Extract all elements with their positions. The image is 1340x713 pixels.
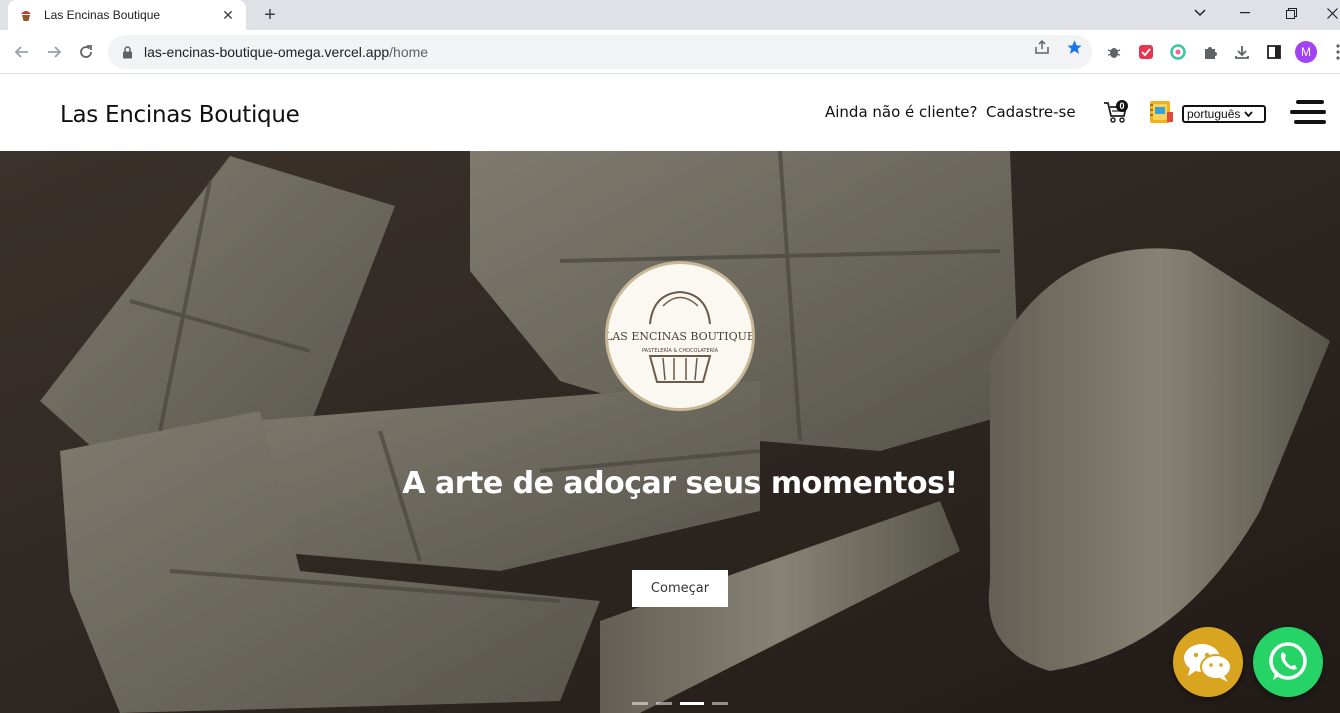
- browser-menu-icon[interactable]: [1328, 42, 1340, 62]
- color-extension-icon[interactable]: [1168, 42, 1188, 62]
- chevron-down-icon: [1244, 109, 1254, 120]
- close-window-icon[interactable]: [1312, 0, 1340, 26]
- share-icon[interactable]: [1033, 38, 1051, 56]
- side-panel-icon[interactable]: [1264, 42, 1284, 62]
- back-icon[interactable]: [8, 38, 36, 66]
- carousel-indicator[interactable]: [680, 702, 704, 705]
- carousel-indicator[interactable]: [632, 702, 648, 705]
- cupcake-favicon-icon: [18, 7, 34, 23]
- wechat-chat-button[interactable]: [1173, 627, 1243, 697]
- tab-title: Las Encinas Boutique: [44, 8, 161, 22]
- bug-extension-icon[interactable]: [1104, 42, 1124, 62]
- whatsapp-icon: [1269, 642, 1307, 680]
- start-button[interactable]: Começar: [632, 570, 728, 607]
- minimize-icon[interactable]: [1225, 0, 1265, 26]
- boutique-logo-badge: LAS ENCINAS BOUTIQUE PASTELERÍA & CHOCOL…: [605, 261, 755, 411]
- hero-carousel: LAS ENCINAS BOUTIQUE PASTELERÍA & CHOCOL…: [0, 151, 1340, 713]
- brand-logo-text[interactable]: Las Encinas Boutique: [60, 102, 300, 128]
- carousel-indicators: [632, 702, 728, 705]
- language-select[interactable]: português: [1182, 105, 1266, 123]
- forward-icon[interactable]: [40, 38, 68, 66]
- white-chocolate-background-image: [0, 151, 1340, 713]
- menu-icon[interactable]: [1290, 100, 1326, 126]
- hero-title: A arte de adoçar seus momentos!: [402, 466, 958, 501]
- new-tab-icon[interactable]: +: [258, 4, 282, 26]
- cart-count: 0: [1119, 101, 1124, 111]
- reload-icon[interactable]: [72, 38, 100, 66]
- signup-link[interactable]: Cadastre-se: [986, 103, 1076, 121]
- logo-text: LAS ENCINAS BOUTIQUE: [608, 330, 752, 343]
- order-book-icon[interactable]: [1147, 98, 1175, 126]
- browser-tab-strip: Las Encinas Boutique ✕ +: [0, 0, 1340, 30]
- task-extension-icon[interactable]: [1136, 42, 1156, 62]
- bookmark-star-icon[interactable]: [1065, 38, 1083, 56]
- site-header: Las Encinas Boutique Ainda não é cliente…: [0, 74, 1340, 151]
- restore-icon[interactable]: [1271, 0, 1311, 26]
- tab-close-icon[interactable]: ✕: [220, 7, 236, 23]
- carousel-indicator[interactable]: [656, 702, 672, 705]
- wechat-icon: [1184, 644, 1232, 682]
- browser-tab[interactable]: Las Encinas Boutique ✕: [8, 0, 246, 30]
- puzzle-extensions-icon[interactable]: [1200, 42, 1220, 62]
- profile-avatar[interactable]: M: [1295, 41, 1317, 63]
- url-text: las-encinas-boutique-omega.vercel.app/ho…: [144, 44, 429, 60]
- not-client-text: Ainda não é cliente?: [825, 103, 978, 121]
- browser-toolbar: las-encinas-boutique-omega.vercel.app/ho…: [0, 30, 1340, 74]
- carousel-indicator[interactable]: [712, 702, 728, 705]
- address-bar[interactable]: las-encinas-boutique-omega.vercel.app/ho…: [108, 35, 1092, 69]
- logo-subtext: PASTELERÍA & CHOCOLATERÍA: [642, 347, 719, 354]
- whatsapp-chat-button[interactable]: [1253, 627, 1323, 697]
- lock-icon[interactable]: [120, 45, 134, 59]
- tab-search-icon[interactable]: [1180, 0, 1220, 26]
- download-icon[interactable]: [1232, 42, 1252, 62]
- shopping-cart-icon[interactable]: 0: [1102, 98, 1130, 126]
